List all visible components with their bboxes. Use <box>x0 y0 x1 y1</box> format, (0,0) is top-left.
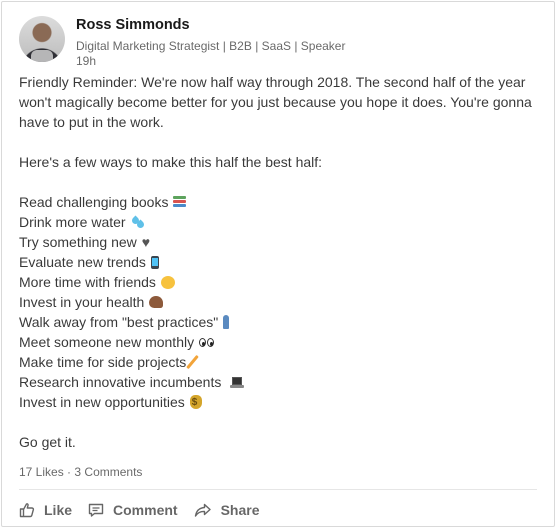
money-bag-icon <box>189 395 202 410</box>
share-button[interactable]: Share <box>194 502 260 518</box>
list-item: Walk away from "best practices" <box>19 312 541 332</box>
post-header: Ross Simmonds Digital Marketing Strategi… <box>19 16 539 68</box>
divider <box>19 489 537 490</box>
list-item: Invest in new opportunities <box>19 392 541 412</box>
author-name[interactable]: Ross Simmonds <box>76 17 190 33</box>
counts-separator: · <box>67 465 72 479</box>
like-button[interactable]: Like <box>19 502 72 518</box>
list-item: Invest in your health <box>19 292 541 312</box>
phone-icon <box>150 255 159 269</box>
eyes-icon <box>199 337 215 347</box>
post-timestamp: 19h <box>76 54 97 68</box>
social-actions-bar: Like Comment Share <box>19 498 276 522</box>
list-item: Try something new ♥ <box>19 234 151 250</box>
post-closing: Go get it. <box>19 434 76 450</box>
post-paragraph: Friendly Reminder: We're now half way th… <box>19 74 532 130</box>
share-arrow-icon <box>194 503 211 517</box>
post-body: Friendly Reminder: We're now half way th… <box>19 72 541 452</box>
comment-icon <box>88 503 104 517</box>
hugging-face-icon <box>160 275 175 289</box>
comment-label: Comment <box>113 502 178 518</box>
likes-count-link[interactable]: 17 Likes <box>19 465 64 479</box>
social-counts: 17 Likes · 3 Comments <box>19 465 142 479</box>
list-item: Meet someone new monthly <box>19 332 541 352</box>
list-item: Evaluate new trends <box>19 252 541 272</box>
list-item: Make time for side projects <box>19 352 541 372</box>
author-headline: Digital Marketing Strategist | B2B | Saa… <box>76 39 346 53</box>
books-icon <box>173 196 187 208</box>
heart-icon: ♥ <box>141 234 151 250</box>
list-item: Drink more water <box>19 212 541 232</box>
feed-post-card: Ross Simmonds Digital Marketing Strategi… <box>1 1 555 527</box>
pencil-icon <box>186 354 200 370</box>
flexed-biceps-icon <box>149 296 164 308</box>
like-label: Like <box>44 502 73 518</box>
comments-count-link[interactable]: 3 Comments <box>74 465 142 479</box>
list-item: Research innovative incumbents <box>19 372 541 392</box>
laptop-icon <box>230 376 245 388</box>
thumbs-up-icon <box>19 503 35 518</box>
comment-button[interactable]: Comment <box>88 502 178 518</box>
post-paragraph: Here's a few ways to make this half the … <box>19 154 323 170</box>
list-item: More time with friends <box>19 272 541 292</box>
list-item: Read challenging books <box>19 192 541 212</box>
author-avatar[interactable] <box>19 16 65 62</box>
walking-person-icon <box>223 315 230 329</box>
water-drops-icon <box>130 215 146 229</box>
share-label: Share <box>220 502 260 518</box>
